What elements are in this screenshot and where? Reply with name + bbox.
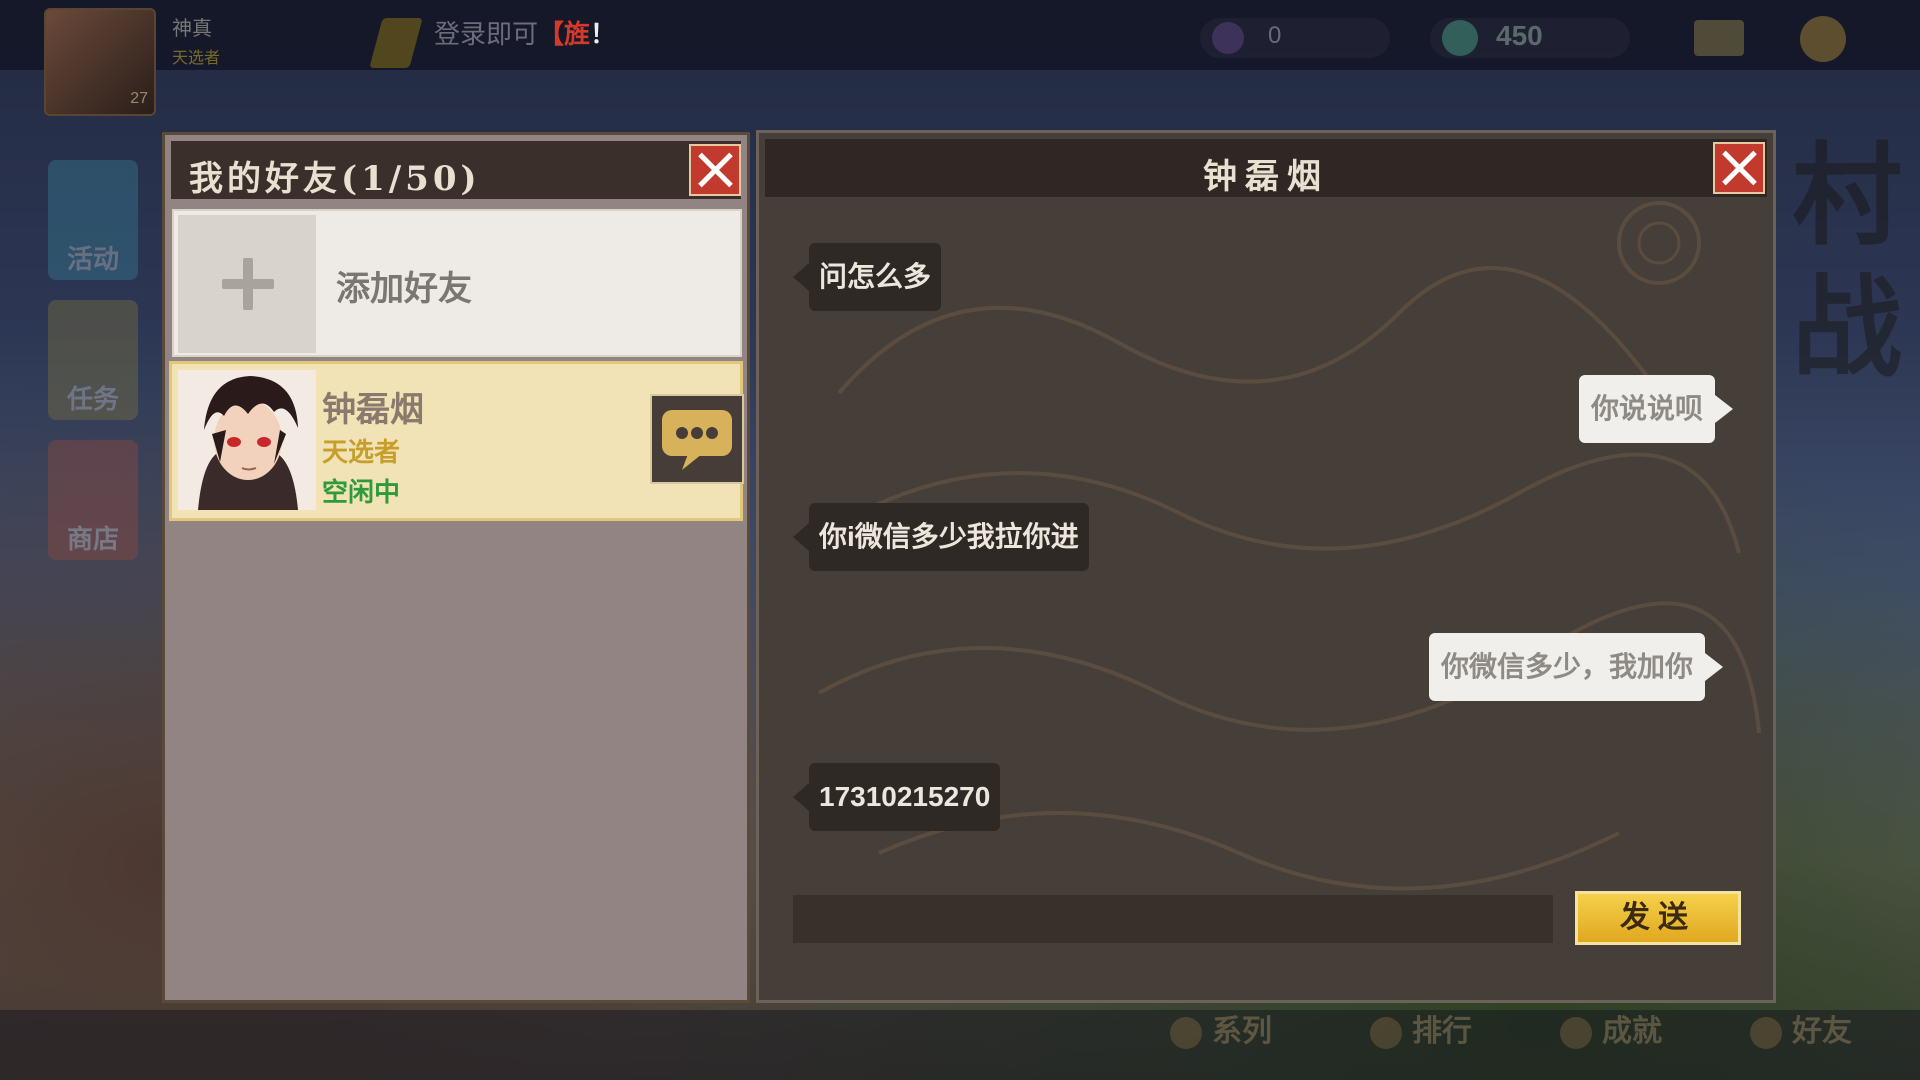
- chat-close-button[interactable]: [1713, 142, 1765, 194]
- player-title: 天选者: [172, 50, 221, 67]
- side-menu-label: 活动: [66, 244, 119, 274]
- side-menu-activity[interactable]: 活动: [48, 160, 138, 280]
- bottom-nav-ranking[interactable]: 排行: [1370, 1006, 1472, 1050]
- ranking-icon: [1370, 1017, 1402, 1050]
- friend-list-panel: 我的好友(1/50) 添加好友 钟磊烟 天选者 空闲中: [162, 132, 750, 1003]
- side-menu-label: 任务: [66, 384, 119, 414]
- add-friend-button[interactable]: 添加好友: [172, 209, 742, 357]
- resource2-value: 450: [1496, 20, 1543, 51]
- bottom-nav-series[interactable]: 系列: [1170, 1006, 1272, 1050]
- chat-header: 钟磊烟: [765, 139, 1767, 197]
- add-friend-label: 添加好友: [336, 270, 472, 308]
- side-menu-label: 商店: [66, 524, 119, 554]
- friend-avatar: [178, 370, 316, 510]
- chat-message-received: 你i微信多少我拉你进: [793, 503, 1089, 571]
- send-button[interactable]: 发送: [1575, 891, 1741, 945]
- bottom-nav-label: 成就: [1602, 1015, 1662, 1048]
- friend-list-title: 我的好友(1/50): [189, 159, 481, 199]
- resource1-value: 0: [1268, 22, 1282, 49]
- bottom-nav-friends[interactable]: 好友: [1750, 1006, 1852, 1050]
- chat-message-sent: 你说说呗: [1579, 375, 1734, 443]
- player-level: 27: [130, 90, 148, 107]
- chat-bubble-icon: [662, 410, 732, 470]
- friend-name: 钟磊烟: [322, 391, 424, 429]
- friend-status: 空闲中: [322, 477, 401, 507]
- friend-role: 天选者: [322, 437, 401, 467]
- notice-text: 登录即可: [434, 19, 539, 49]
- calligraphy-banner: 村战: [1792, 131, 1902, 392]
- notice-highlight: 【旌: [538, 19, 591, 49]
- bottom-nav-label: 排行: [1412, 1015, 1472, 1048]
- notice-banner: 登录即可【旌！: [434, 14, 616, 51]
- bottom-nav-achievement[interactable]: 成就: [1560, 1006, 1662, 1050]
- settings-gear-icon[interactable]: [1800, 16, 1846, 62]
- player-name: 神真: [172, 18, 212, 40]
- player-avatar[interactable]: 27: [44, 8, 156, 116]
- chat-message-input[interactable]: [793, 895, 1553, 943]
- chat-message-sent: 你微信多少，我加你: [1429, 633, 1724, 701]
- bottom-nav-label: 好友: [1792, 1015, 1852, 1048]
- plus-icon: [178, 215, 316, 353]
- top-hud: [0, 0, 1920, 70]
- achievement-icon: [1560, 1017, 1592, 1050]
- friend-list-header: 我的好友(1/50): [171, 141, 741, 199]
- jade-icon: [1442, 20, 1478, 56]
- side-menu-task[interactable]: 任务: [48, 300, 138, 420]
- bottom-nav-label: 系列: [1212, 1015, 1272, 1048]
- chat-title: 钟磊烟: [1203, 157, 1329, 197]
- friend-list-item[interactable]: 钟磊烟 天选者 空闲中: [169, 361, 744, 521]
- friends-icon: [1750, 1017, 1782, 1050]
- series-icon: [1170, 1017, 1202, 1050]
- chat-panel: 钟磊烟 问怎么多 你说说呗 你i微信多少我拉你进 你微信多少，我加你 17310…: [756, 130, 1776, 1003]
- notice-end: ！: [590, 19, 617, 49]
- friend-list-close-button[interactable]: [689, 144, 741, 196]
- mail-icon[interactable]: [1694, 20, 1744, 56]
- chat-message-received: 问怎么多: [792, 243, 942, 311]
- chat-message-received: 17310215270: [792, 763, 1001, 831]
- side-menu-shop[interactable]: 商店: [48, 440, 138, 560]
- open-chat-button[interactable]: [650, 394, 744, 484]
- purple-gem-icon: [1212, 22, 1244, 54]
